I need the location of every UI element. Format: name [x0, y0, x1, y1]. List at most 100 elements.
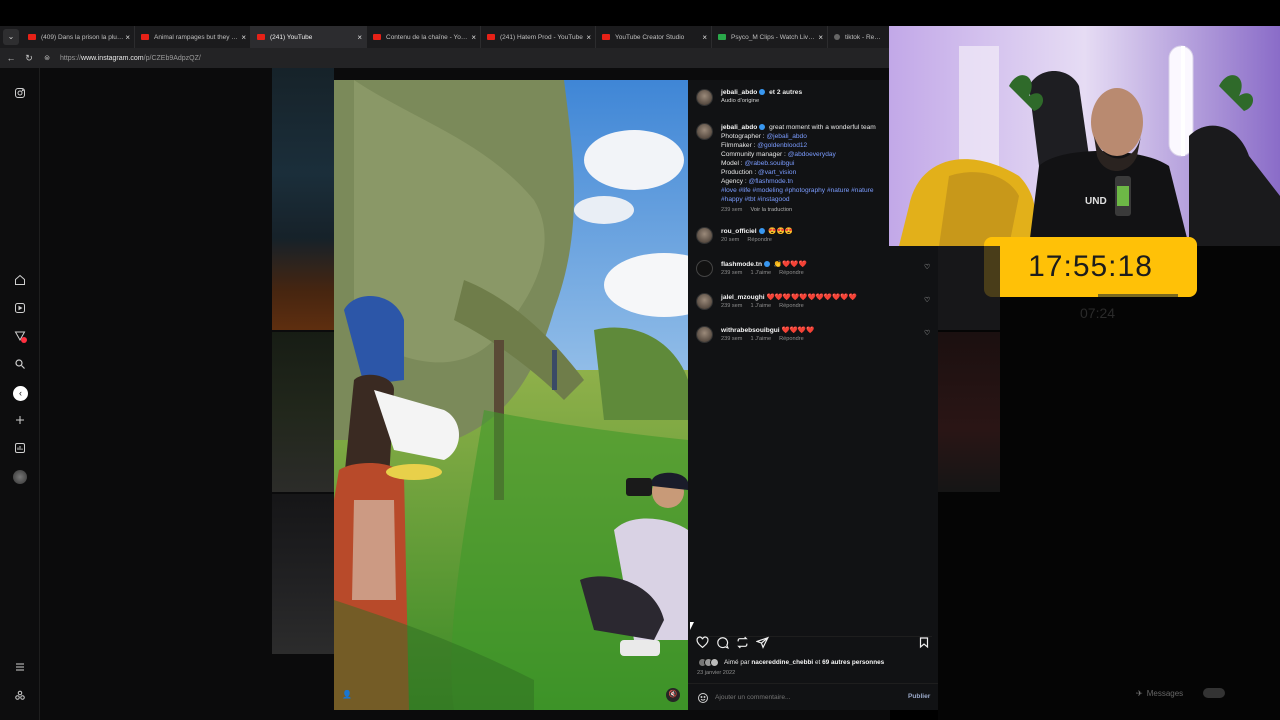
close-tab-icon[interactable]: × — [702, 33, 707, 42]
browser-tab-bar: ⌄ (409) Dans la prison la plus surp× Ani… — [0, 26, 890, 48]
feed-thumbnail[interactable] — [272, 68, 334, 330]
direct-messages-icon[interactable] — [13, 330, 27, 344]
like-comment-heart-icon[interactable]: ♡ — [924, 263, 930, 271]
like-comment-heart-icon[interactable]: ♡ — [924, 296, 930, 304]
reload-icon[interactable]: ↻ — [22, 53, 36, 64]
mention-link[interactable]: @jebali_abdo — [766, 133, 806, 140]
reply-link[interactable]: Répondre — [747, 237, 772, 243]
comment-text: 😍😍😍 — [768, 228, 794, 235]
reply-link[interactable]: Répondre — [779, 336, 804, 342]
explore-icon[interactable]: ‹ — [13, 386, 28, 401]
browser-tab[interactable]: (409) Dans la prison la plus surp× — [22, 26, 135, 48]
comment-avatar[interactable] — [696, 260, 713, 277]
comment: flashmode.tn 👏❤️❤️❤️ 239 sem 1 J'aime Répo… — [721, 260, 921, 278]
comment-avatar[interactable] — [696, 326, 713, 343]
comment-username[interactable]: jalel_mzoughi — [721, 294, 765, 301]
save-bookmark-icon[interactable] — [918, 636, 930, 654]
comment-icon[interactable] — [716, 636, 729, 654]
search-icon[interactable] — [13, 358, 27, 372]
caption-author[interactable]: jebali_abdo — [721, 124, 757, 131]
verified-badge-icon — [759, 124, 766, 131]
translate-link[interactable]: Voir la traduction — [750, 207, 792, 213]
repost-icon[interactable] — [736, 636, 749, 654]
author-username[interactable]: jebali_abdo — [721, 89, 757, 96]
close-tab-icon[interactable]: × — [471, 33, 476, 42]
youtube-icon — [28, 34, 36, 40]
timer-underline — [1098, 294, 1178, 297]
feed-thumbnail[interactable] — [272, 494, 334, 654]
dashboard-icon[interactable] — [13, 442, 27, 456]
close-tab-icon[interactable]: × — [818, 33, 823, 42]
reply-link[interactable]: Répondre — [779, 270, 804, 276]
comment-input[interactable] — [715, 690, 895, 704]
browser-tab[interactable]: Psyco_M Clips - Watch Live on K× — [712, 26, 828, 48]
url-field[interactable]: https://www.instagram.com/p/CZEb9AdpzQZ/ — [60, 55, 201, 62]
mouse-cursor — [690, 622, 694, 630]
close-tab-icon[interactable]: × — [241, 33, 246, 42]
close-tab-icon[interactable]: × — [357, 33, 362, 42]
back-icon[interactable]: ← — [4, 53, 18, 63]
browser-tab[interactable]: tiktok - Recherche — [828, 26, 890, 48]
create-icon[interactable] — [13, 414, 27, 428]
emoji-icon[interactable] — [697, 691, 709, 709]
like-heart-icon[interactable] — [696, 636, 709, 654]
instagram-logo-icon[interactable] — [13, 87, 27, 101]
tab-list-dropdown-icon[interactable]: ⌄ — [3, 29, 19, 45]
comment-age: 239 sem — [721, 270, 743, 276]
browser-tab[interactable]: Animal rampages but they get i × — [135, 26, 251, 48]
verified-badge-icon — [759, 89, 766, 96]
youtube-icon — [373, 34, 381, 40]
stream-timer: 17:55:18 — [984, 237, 1197, 297]
youtube-icon — [602, 34, 610, 40]
likes-count-link[interactable]: 69 autres personnes — [822, 659, 884, 666]
like-comment-heart-icon[interactable]: ♡ — [924, 329, 930, 337]
home-icon[interactable] — [13, 274, 27, 288]
comment-avatar[interactable] — [696, 293, 713, 310]
share-icon[interactable] — [755, 636, 770, 654]
feed-thumbnail[interactable] — [272, 332, 334, 492]
caption-author-avatar[interactable] — [696, 123, 713, 140]
collab-text[interactable]: et 2 autres — [769, 89, 802, 96]
feed-thumbnail[interactable] — [938, 246, 1000, 330]
comment-username[interactable]: rou_officiel — [721, 228, 757, 235]
comment-likes[interactable]: 1 J'aime — [750, 336, 771, 342]
mention-link[interactable]: @goldenblood12 — [757, 142, 807, 149]
mute-toggle-icon[interactable]: 🔇 — [666, 688, 680, 702]
site-info-icon[interactable]: ⊜ — [40, 54, 54, 62]
more-menu-icon[interactable] — [13, 661, 27, 675]
browser-tab-active[interactable]: (241) YouTube × — [251, 26, 367, 48]
profile-avatar-icon[interactable] — [13, 470, 27, 484]
comment-avatar[interactable] — [696, 227, 713, 244]
post-media-video[interactable]: 👤 🔇 — [334, 80, 688, 710]
close-tab-icon[interactable]: × — [586, 33, 591, 42]
comment-age: 239 sem — [721, 303, 743, 309]
mention-link[interactable]: @flashmode.tn — [749, 178, 793, 185]
reels-icon[interactable] — [13, 302, 27, 316]
mention-link[interactable]: @rabeb.souibgui — [744, 160, 794, 167]
reply-link[interactable]: Répondre — [779, 303, 804, 309]
author-avatar[interactable] — [696, 89, 713, 106]
comment-likes[interactable]: 1 J'aime — [750, 303, 771, 309]
comment-likes[interactable]: 1 J'aime — [750, 270, 771, 276]
youtube-icon — [141, 34, 149, 40]
browser-tab[interactable]: (241) Hatem Prod - YouTube × — [481, 26, 596, 48]
comment-text: 👏❤️❤️❤️ — [773, 261, 807, 268]
browser-tab[interactable]: YouTube Creator Studio × — [596, 26, 712, 48]
browser-tab[interactable]: Contenu de la chaîne - YouTube × — [367, 26, 481, 48]
comment-text: ❤️❤️❤️❤️❤️❤️❤️❤️❤️❤️❤️ — [766, 294, 857, 301]
youtube-icon — [257, 34, 265, 40]
publish-button[interactable]: Publier — [908, 693, 930, 700]
tagged-users-icon[interactable]: 👤 — [342, 690, 354, 702]
mention-link[interactable]: @vart_vision — [758, 169, 796, 176]
close-tab-icon[interactable]: × — [125, 33, 130, 42]
liked-by-user[interactable]: nacereddine_chebbi — [751, 659, 813, 666]
comment-username[interactable]: withrabebsouibgui — [721, 327, 780, 334]
threads-icon[interactable] — [13, 689, 27, 703]
caption-text: great moment with a wonderful team — [769, 124, 876, 131]
mention-link[interactable]: @abdoeveryday — [788, 151, 836, 158]
comment-username[interactable]: flashmode.tn — [721, 261, 762, 268]
feed-thumbnail[interactable] — [938, 332, 1000, 492]
messages-button[interactable]: ✈ Messages — [1136, 684, 1252, 702]
liked-by-avatars[interactable] — [698, 658, 724, 668]
post-date[interactable]: 23 janvier 2022 — [697, 670, 735, 676]
